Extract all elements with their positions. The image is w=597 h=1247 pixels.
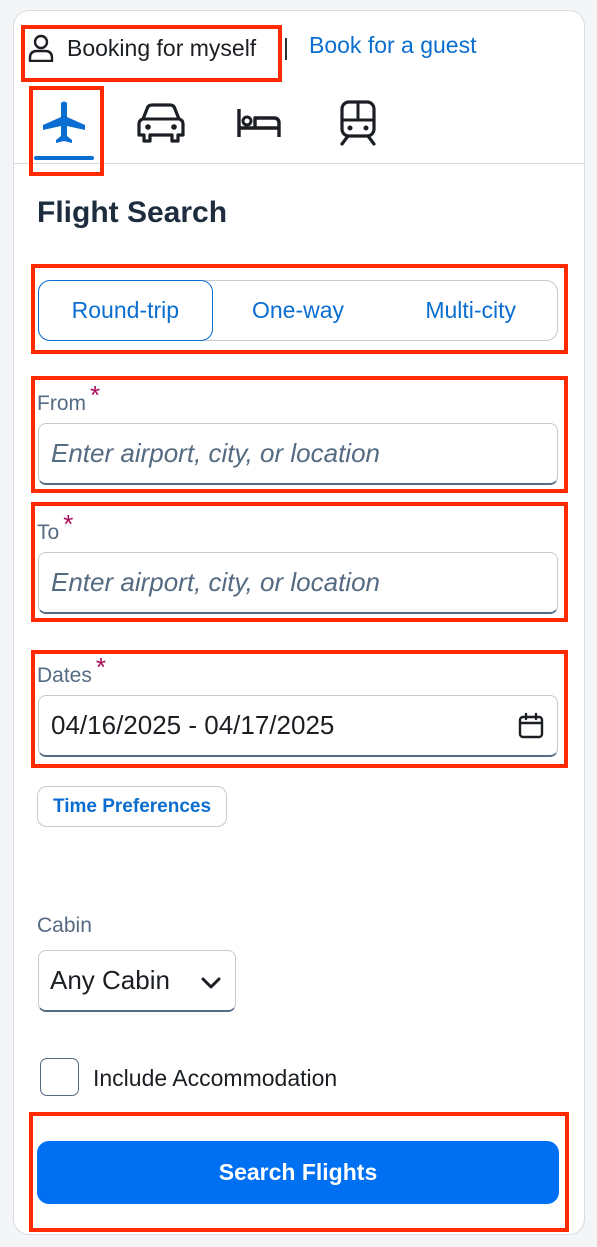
highlight-box [31,376,568,493]
highlight-box [31,264,568,354]
tab-car[interactable] [134,96,188,150]
flight-search-card [13,10,585,1235]
page-title: Flight Search [37,196,228,229]
cabin-select[interactable]: Any Cabin [38,950,236,1012]
chevron-down-icon [201,977,221,989]
highlight-box [29,1112,569,1232]
car-icon [137,103,185,143]
highlight-box [31,502,568,622]
time-preferences-button[interactable]: Time Preferences [37,786,227,827]
train-icon [340,100,376,146]
highlight-box [21,25,282,82]
highlight-box [29,86,104,176]
tab-train[interactable] [331,96,385,150]
tab-hotel[interactable] [232,96,286,150]
highlight-box [31,650,568,768]
cabin-label: Cabin [37,914,92,937]
cabin-value: Any Cabin [50,965,170,995]
book-for-guest-link[interactable]: Book for a guest [309,32,477,59]
hotel-bed-icon [237,109,281,137]
include-accommodation-label: Include Accommodation [93,1065,338,1091]
booking-separator: | [283,34,289,60]
include-accommodation-checkbox[interactable] [40,1058,79,1096]
